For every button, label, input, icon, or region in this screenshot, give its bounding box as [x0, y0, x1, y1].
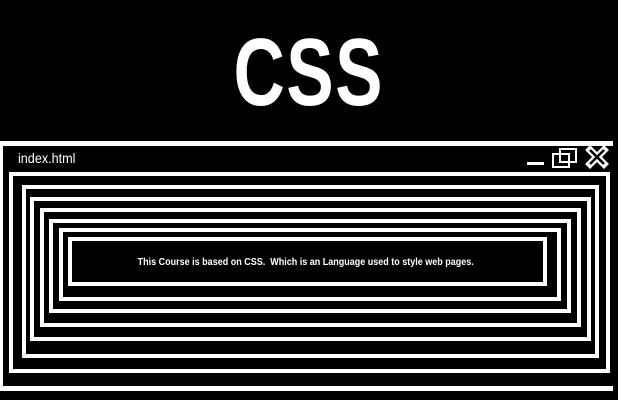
message-text: This Course is based on CSS. Which is an… [137, 256, 475, 268]
window-controls [527, 146, 609, 169]
logo-text: CSS [233, 19, 385, 126]
message-box: This Course is based on CSS. Which is an… [70, 241, 542, 283]
minimize-icon[interactable] [527, 162, 544, 165]
window-title: index.html [18, 150, 76, 166]
css-logo-heading: CSS [0, 18, 618, 128]
restore-icon[interactable] [552, 148, 577, 168]
